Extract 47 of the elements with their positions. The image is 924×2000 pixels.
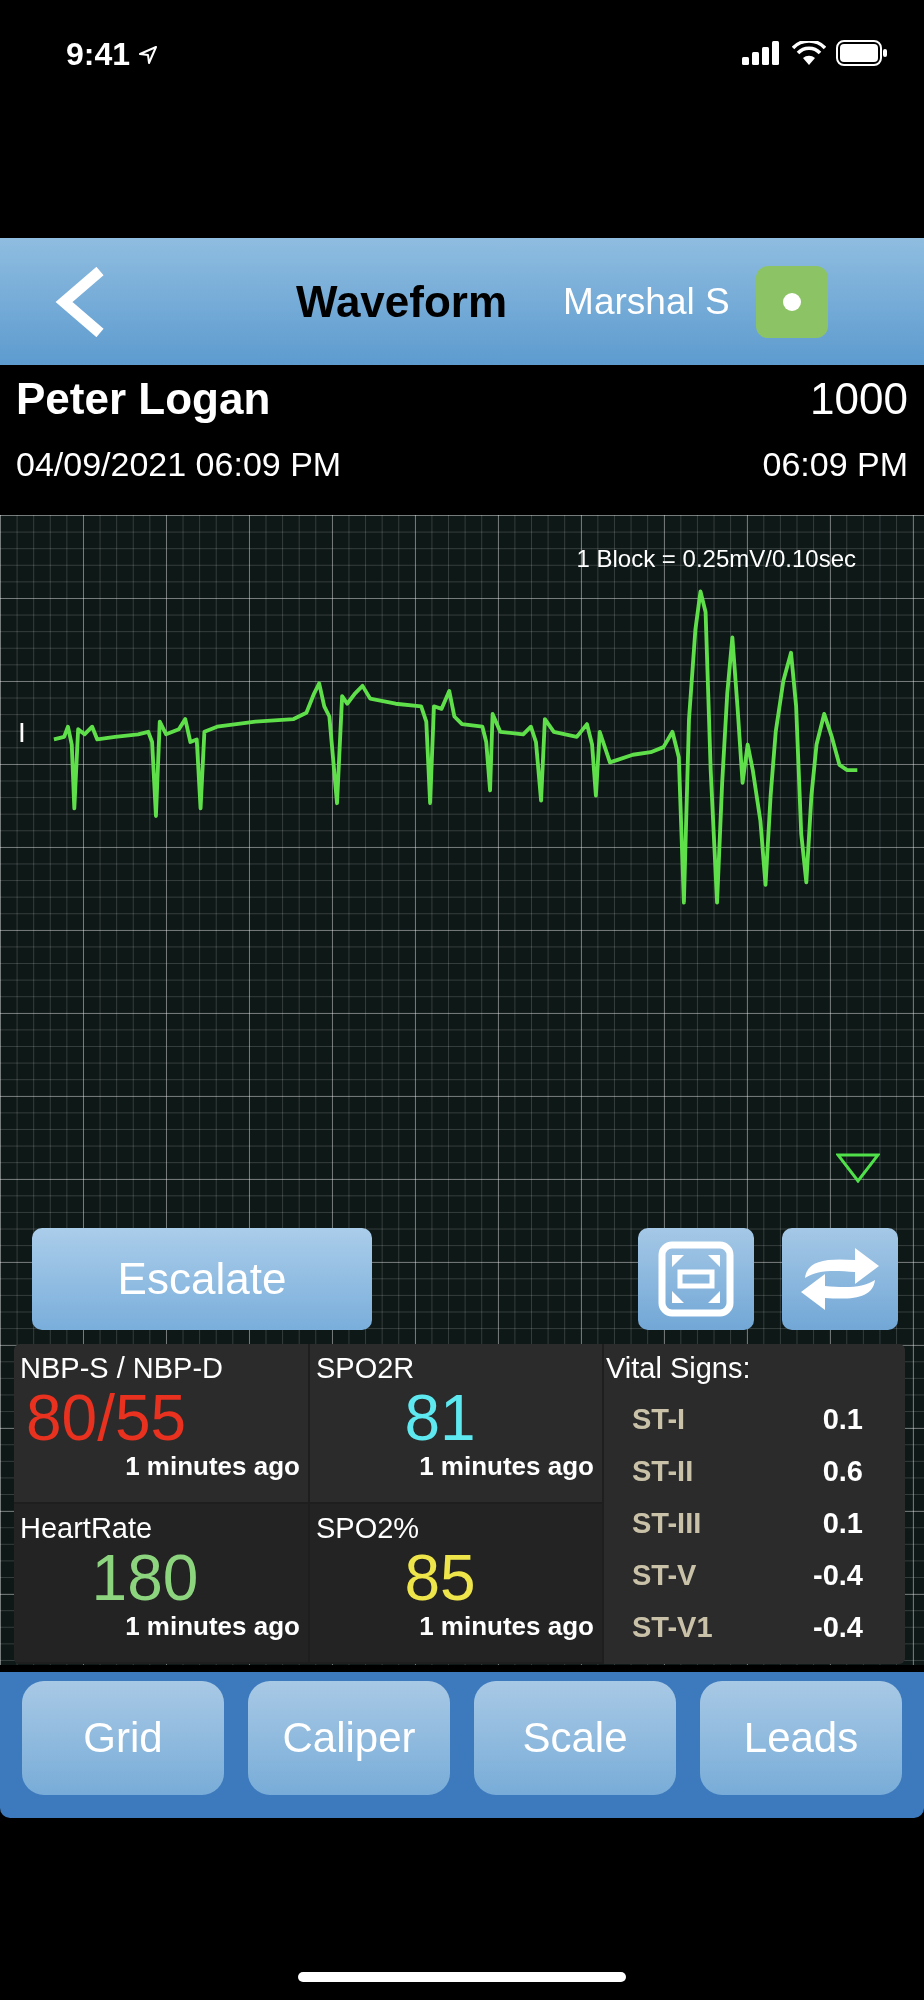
patient-id: 1000	[810, 373, 908, 425]
fit-screen-button[interactable]	[638, 1228, 754, 1330]
vital-updated: 1 minutes ago	[418, 1611, 594, 1642]
toolbar-button[interactable]: Caliper	[248, 1681, 450, 1795]
vital-updated: 1 minutes ago	[418, 1451, 594, 1482]
toolbar-button[interactable]: Grid	[22, 1681, 224, 1795]
st-label: ST-V	[632, 1558, 697, 1592]
record-time: 06:09 PM	[762, 445, 908, 484]
wifi-icon	[792, 41, 826, 65]
vital-value: 85	[403, 1545, 477, 1611]
status-time: 9:41	[66, 36, 131, 73]
st-value: 0.6	[822, 1454, 863, 1488]
scale-label: 1 Block = 0.25mV/0.10sec	[576, 545, 856, 573]
st-value: 0.1	[822, 1402, 863, 1436]
location-arrow-icon	[138, 44, 159, 65]
toolbar-button[interactable]: Leads	[700, 1681, 902, 1795]
st-value: -0.4	[813, 1558, 863, 1592]
vital-value: 180	[90, 1545, 200, 1611]
vital-updated: 1 minutes ago	[124, 1451, 300, 1482]
battery-icon	[836, 40, 888, 66]
st-label: ST-I	[632, 1402, 686, 1436]
st-label: ST-III	[632, 1506, 702, 1540]
vital-updated: 1 minutes ago	[124, 1611, 300, 1642]
vital-value: 81	[403, 1385, 477, 1451]
st-value: 0.1	[822, 1506, 863, 1540]
fit-screen-icon	[656, 1239, 736, 1319]
refresh-button[interactable]	[782, 1228, 898, 1330]
patient-name: Peter Logan	[16, 373, 271, 425]
lead-label: I	[18, 717, 26, 749]
escalate-button[interactable]: Escalate	[32, 1228, 372, 1330]
status-indicator-icon[interactable]	[755, 265, 828, 338]
vital-label: NBP-S / NBP-D	[20, 1352, 225, 1385]
st-label: ST-II	[632, 1454, 694, 1488]
st-value: -0.4	[813, 1610, 863, 1644]
back-icon[interactable]	[54, 266, 106, 337]
st-title: Vital Signs:	[606, 1352, 752, 1385]
vital-label: HeartRate	[20, 1512, 154, 1545]
vital-label: SPO2%	[316, 1512, 421, 1545]
toolbar-button[interactable]: Scale	[474, 1681, 676, 1795]
user-name: Marshal S	[563, 280, 730, 323]
expand-triangle-icon[interactable]	[836, 1153, 880, 1183]
record-date: 04/09/2021 06:09 PM	[16, 445, 342, 484]
screen-title: Waveform	[296, 276, 508, 327]
st-label: ST-V1	[632, 1610, 713, 1644]
signal-icon	[742, 41, 782, 65]
vital-label: SPO2R	[316, 1352, 416, 1385]
vital-value: 80/55	[25, 1385, 188, 1451]
